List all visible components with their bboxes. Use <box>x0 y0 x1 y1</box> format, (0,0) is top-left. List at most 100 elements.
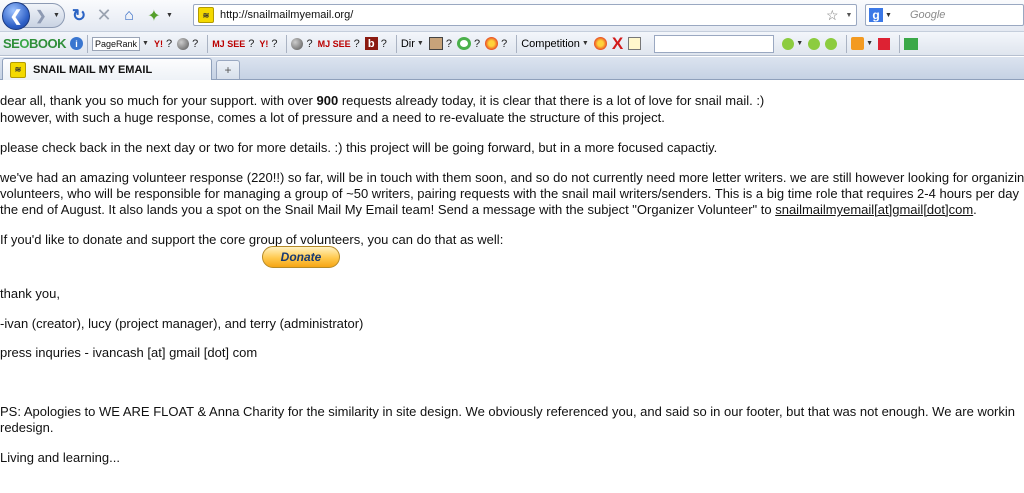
paragraph-thanks: dear all, thank you so much for your sup… <box>0 93 764 109</box>
archive-button[interactable]: ? <box>291 37 313 50</box>
history-dropdown-icon[interactable]: ▼ <box>52 12 61 19</box>
pagerank-label: PageRank <box>91 36 140 51</box>
majestic-value: ? <box>248 37 255 50</box>
compete-value: ? <box>501 37 508 50</box>
yahoo-index-value: ? <box>271 37 278 50</box>
yahoo-index-button[interactable]: Y!? <box>259 38 277 50</box>
volunteers-period: . <box>973 202 977 217</box>
pagerank-button[interactable]: PageRank ▼ <box>91 36 149 51</box>
page-content: dear all, thank you so much for your sup… <box>0 81 1024 493</box>
tab-title: SNAIL MAIL MY EMAIL <box>33 63 153 76</box>
paragraph-donate: If you'd like to donate and support the … <box>0 232 504 247</box>
bookmark-star-icon[interactable]: ☆ <box>826 7 842 24</box>
navigation-toolbar: ❮ ❯ ▼ ↻ ✕ ⌂ ✦ ▼ ≋ http://snailmailmyemai… <box>0 0 1024 31</box>
majestic-icon: MJ SEE <box>212 38 246 49</box>
x-button[interactable]: X <box>612 34 623 54</box>
eraser-icon <box>825 37 838 50</box>
dmoz-button[interactable]: ? <box>428 37 452 50</box>
bookmarklet-dropdown-icon[interactable]: ▼ <box>165 12 174 19</box>
archive-value: ? <box>306 37 313 50</box>
tab-favicon-icon: ≋ <box>10 61 26 78</box>
tab-bar: ≋ SNAIL MAIL MY EMAIL + <box>0 57 1024 80</box>
dir-dropdown-icon: ▼ <box>416 40 424 47</box>
toolbar-separator <box>516 34 518 53</box>
stop-icon[interactable]: ✕ <box>93 5 115 27</box>
paragraph-thank-you: thank you, <box>0 286 60 301</box>
address-bar[interactable]: ≋ http://snailmailmyemail.org/ ☆ ▼ <box>193 4 857 26</box>
organizer-email-link[interactable]: snailmailmyemail[at]gmail[dot]com <box>775 202 973 217</box>
toolbar-separator <box>86 34 88 53</box>
search-box[interactable]: g ▼ Google <box>865 4 1024 26</box>
toolbar-separator <box>207 34 209 53</box>
search-placeholder[interactable]: Google <box>910 9 945 21</box>
majestic-domain-button[interactable]: MJ SEE? <box>318 38 360 50</box>
home-icon[interactable]: ⌂ <box>118 5 140 27</box>
google-cache-button[interactable]: ? <box>177 37 199 50</box>
forward-button[interactable]: ❯ <box>30 6 52 26</box>
request-count: 900 <box>316 93 339 108</box>
volunteers-text: the end of August. It also lands you a s… <box>0 202 776 217</box>
toolbar-separator <box>286 34 288 53</box>
dir-label: Dir <box>400 37 415 50</box>
options-icon <box>878 37 891 50</box>
competition-label: Competition <box>521 37 580 50</box>
compete-button[interactable]: ? <box>485 37 507 50</box>
seobook-toolbar: SEOBOOK i PageRank ▼ Y!? ? MJ SEE? Y!? ? … <box>0 31 1024 56</box>
paragraph-signature: -ivan (creator), lucy (project manager),… <box>0 316 364 331</box>
seobook-logo[interactable]: SEOBOOK <box>3 36 66 51</box>
yahoo-icon: Y! <box>153 38 163 49</box>
rss-button[interactable]: ▼ <box>851 37 873 50</box>
majestic-domain-icon: MJ SEE <box>317 38 351 49</box>
rss-dropdown-icon: ▼ <box>866 40 874 47</box>
back-button[interactable]: ❮ <box>2 1 30 30</box>
paragraph-volunteers-1: we've had an amazing volunteer response … <box>0 170 1024 185</box>
technorati-value: ? <box>473 37 481 50</box>
reload-icon[interactable]: ↻ <box>68 5 90 27</box>
site-favicon-icon: ≋ <box>198 7 214 23</box>
google-engine-icon[interactable]: g <box>869 8 883 22</box>
majestic-domain-value: ? <box>353 37 360 50</box>
logo-suffix: BOOK <box>28 36 67 51</box>
engine-dropdown-icon[interactable]: ▼ <box>885 12 892 19</box>
paragraph-living: Living and learning... <box>0 450 120 465</box>
export-button[interactable] <box>904 37 919 50</box>
cache-value: ? <box>192 37 199 50</box>
cache-icon <box>177 37 190 50</box>
dmoz-value: ? <box>445 37 452 50</box>
export-icon <box>904 37 919 50</box>
options-button[interactable] <box>878 37 891 50</box>
go-dropdown-icon: ▼ <box>796 40 804 47</box>
paragraph-check-back: please check back in the next day or two… <box>0 140 718 155</box>
thanks-text: dear all, thank you so much for your sup… <box>0 93 317 108</box>
note-button[interactable] <box>628 37 642 50</box>
forward-arrow-icon: ❯ <box>35 7 47 23</box>
wave-button[interactable] <box>593 37 607 50</box>
technorati-icon <box>456 37 471 50</box>
url-dropdown-icon[interactable]: ▼ <box>842 12 856 19</box>
dir-button[interactable]: Dir ▼ <box>401 38 424 50</box>
technorati-button[interactable]: ? <box>456 37 481 50</box>
toolbar-separator <box>395 34 397 53</box>
toolbar-separator <box>899 34 901 53</box>
thanks-text-end: requests already today, it is clear that… <box>338 93 765 108</box>
plus-icon: + <box>224 63 232 77</box>
url-text[interactable]: http://snailmailmyemail.org/ <box>220 9 826 21</box>
bloglines-value: ? <box>380 37 387 50</box>
yahoo-links-value: ? <box>165 37 173 50</box>
logo-prefix: SE <box>3 36 20 51</box>
eraser-button[interactable] <box>825 37 838 50</box>
tab-snail-mail[interactable]: ≋ SNAIL MAIL MY EMAIL <box>2 58 212 80</box>
toolbar-search-go[interactable]: ▼ <box>782 37 804 50</box>
yahoo-links-button[interactable]: Y!? <box>154 38 172 50</box>
toolbar-search-input[interactable] <box>654 34 775 53</box>
majestic-button[interactable]: MJ SEE? <box>212 38 254 50</box>
competition-button[interactable]: Competition ▼ <box>521 38 589 50</box>
info-icon[interactable]: i <box>69 37 83 50</box>
bloglines-button[interactable]: b? <box>364 37 387 50</box>
new-tab-button[interactable]: + <box>216 60 240 79</box>
paragraph-apology-1: PS: Apologies to WE ARE FLOAT & Anna Cha… <box>0 404 1016 419</box>
bookmarklet-icon[interactable]: ✦ <box>143 5 165 27</box>
go-icon <box>782 37 795 50</box>
donate-button[interactable]: Donate <box>262 246 340 268</box>
highlight-button[interactable] <box>808 37 821 50</box>
